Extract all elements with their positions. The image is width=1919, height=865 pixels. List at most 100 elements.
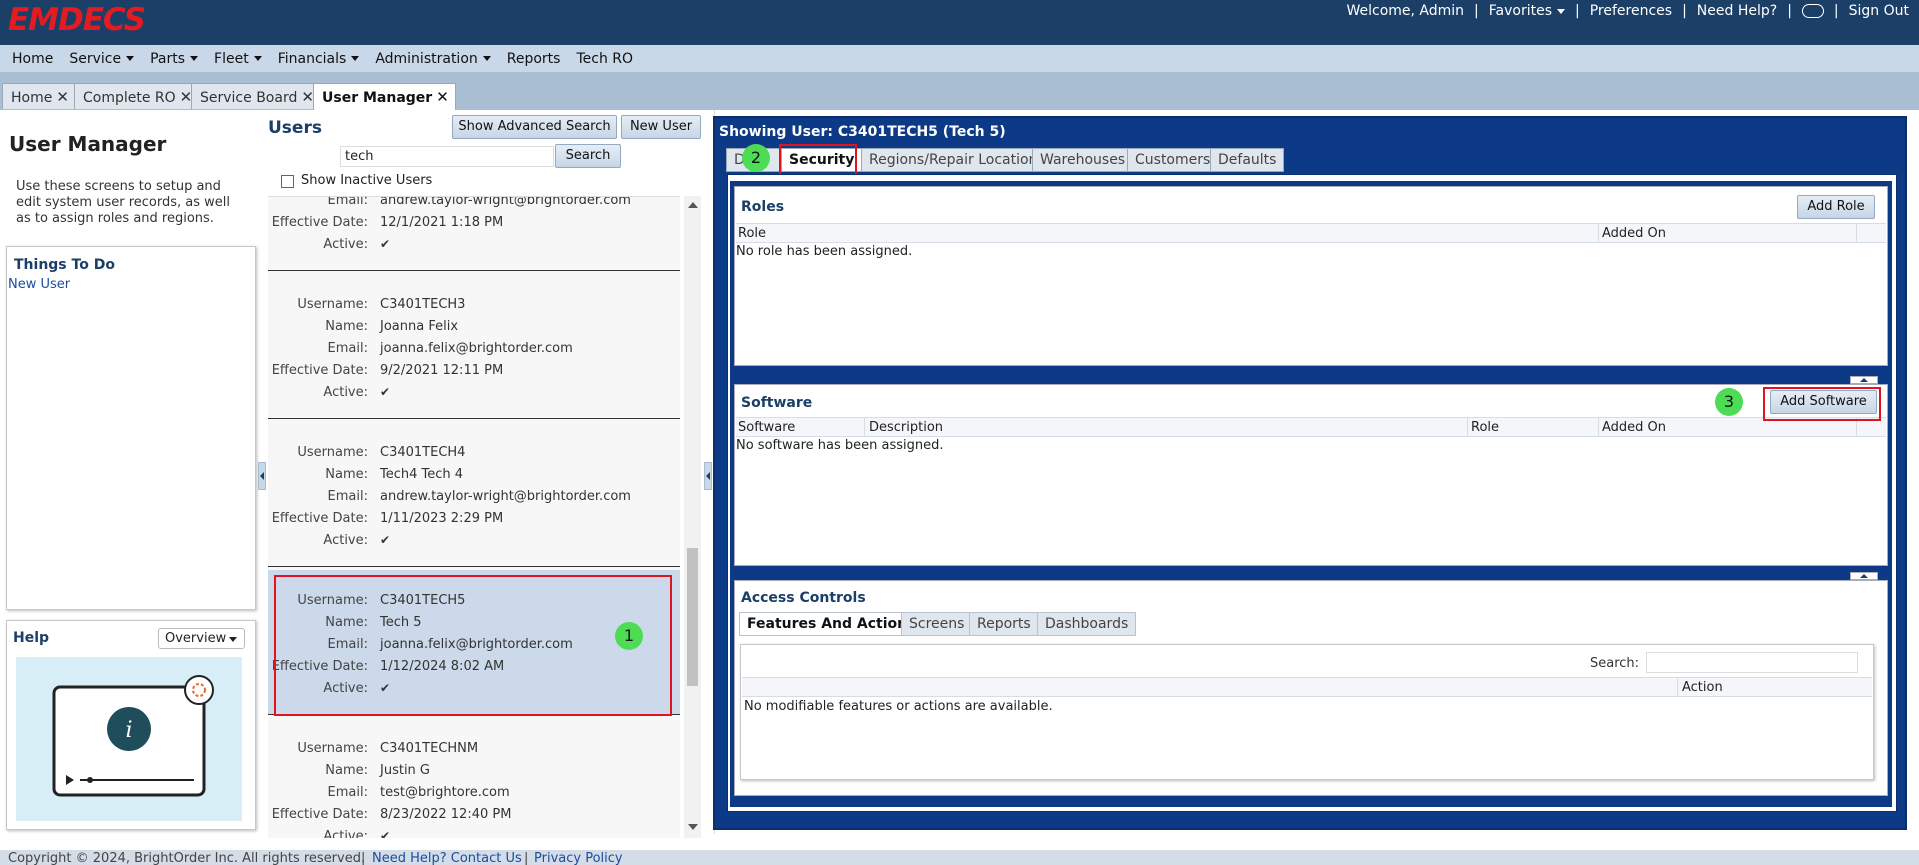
- show-inactive-checkbox[interactable]: [281, 175, 294, 188]
- search-label: Search:: [1590, 656, 1640, 671]
- list-item[interactable]: Username: C3401TECH4 Name: Tech4 Tech 4 Em…: [268, 422, 680, 567]
- things-to-do-title: Things To Do: [14, 257, 115, 273]
- software-collapse-handle[interactable]: [1850, 572, 1878, 580]
- tab-warehouses[interactable]: Warehouses: [1032, 148, 1134, 172]
- features-empty-message: No modifiable features or actions are av…: [744, 699, 1053, 714]
- roles-title: Roles: [741, 199, 785, 215]
- chevron-down-icon: [229, 637, 237, 642]
- scroll-down-icon[interactable]: [688, 824, 698, 830]
- favorites-menu[interactable]: Favorites: [1489, 3, 1566, 19]
- software-section: Software Add Software Software Descripti…: [734, 384, 1888, 566]
- list-item[interactable]: Email: andrew.taylor-wright@brightorder.c…: [268, 197, 680, 271]
- collapse-up-icon: [1860, 378, 1868, 382]
- active-check-icon: ✔: [380, 533, 391, 547]
- col-description[interactable]: Description: [869, 420, 943, 435]
- doc-tab-service-board[interactable]: Service Board ✕: [191, 83, 321, 109]
- col-role[interactable]: Role: [1471, 420, 1499, 435]
- welcome-text: Welcome, Admin: [1346, 3, 1465, 19]
- top-links: Welcome, Admin | Favorites | Preferences…: [1346, 3, 1909, 19]
- col-action[interactable]: Action: [1682, 680, 1723, 695]
- new-user-link[interactable]: New User: [8, 277, 70, 292]
- menu-reports[interactable]: Reports: [499, 51, 569, 67]
- menu-home[interactable]: Home: [4, 51, 61, 67]
- roles-collapse-handle[interactable]: [1850, 376, 1878, 384]
- menu-financials[interactable]: Financials: [270, 51, 368, 67]
- chevron-down-icon: [1557, 8, 1566, 14]
- things-to-do-box: Things To Do New User: [6, 246, 256, 610]
- close-icon[interactable]: ✕: [436, 88, 449, 106]
- copyright-text: Copyright © 2024, BrightOrder Inc. All r…: [8, 851, 366, 865]
- tab-features-and-actions[interactable]: Features And Actions: [739, 612, 924, 636]
- roles-grid-header: Role Added On: [736, 223, 1886, 243]
- help-topic-select[interactable]: Overview: [158, 628, 245, 649]
- emdecs-logo[interactable]: EMDECS: [8, 2, 146, 38]
- menu-tech-ro[interactable]: Tech RO: [568, 51, 641, 67]
- collapse-up-icon: [1860, 574, 1868, 578]
- scroll-up-icon[interactable]: [688, 202, 698, 208]
- doc-tab-home[interactable]: Home ✕: [2, 83, 76, 109]
- user-list-scrollbar[interactable]: [684, 196, 701, 838]
- menu-parts[interactable]: Parts: [142, 51, 206, 67]
- col-added-on[interactable]: Added On: [1602, 420, 1666, 435]
- list-panel-collapse-handle[interactable]: [704, 462, 712, 490]
- menu-fleet[interactable]: Fleet: [206, 51, 270, 67]
- tab-dashboards[interactable]: Dashboards: [1037, 612, 1137, 636]
- show-advanced-search-button[interactable]: Show Advanced Search: [452, 115, 617, 139]
- page-description: Use these screens to setup and edit syst…: [16, 179, 230, 226]
- active-check-icon: ✔: [380, 237, 391, 251]
- col-software[interactable]: Software: [738, 420, 795, 435]
- collapse-left-icon: [706, 472, 710, 480]
- chat-icon[interactable]: [1801, 4, 1824, 18]
- tab-regions-repair-locations[interactable]: Regions/Repair Locations: [861, 148, 1053, 172]
- add-role-button[interactable]: Add Role: [1797, 195, 1875, 219]
- users-heading: Users: [268, 118, 322, 138]
- video-player-icon: i: [52, 675, 214, 797]
- tab-screens[interactable]: Screens: [901, 612, 973, 636]
- left-panel-collapse-handle[interactable]: [258, 462, 266, 490]
- col-role[interactable]: Role: [738, 226, 766, 241]
- chevron-down-icon: [482, 56, 491, 61]
- step-badge-2: 2: [742, 144, 770, 172]
- step-badge-1: 1: [615, 622, 643, 650]
- collapse-left-icon: [260, 472, 264, 480]
- close-icon[interactable]: ✕: [56, 88, 69, 106]
- access-controls-title: Access Controls: [741, 590, 866, 606]
- help-box: Help Overview i: [6, 620, 256, 830]
- software-grid-header: Software Description Role Added On: [736, 417, 1886, 437]
- tab-defaults[interactable]: Defaults: [1210, 148, 1285, 172]
- features-search-input[interactable]: [1646, 652, 1858, 673]
- scroll-thumb[interactable]: [687, 548, 698, 686]
- roles-empty-message: No role has been assigned.: [736, 244, 913, 259]
- highlight-add-software: [1763, 387, 1881, 421]
- left-panel: User Manager Use these screens to setup …: [0, 110, 265, 852]
- list-item[interactable]: Username: C3401TECHNM Name: Justin G Email…: [268, 718, 680, 838]
- roles-section: Roles Add Role Role Added On No role has…: [734, 186, 1888, 366]
- active-check-icon: ✔: [380, 385, 391, 399]
- tab-customers[interactable]: Customers: [1127, 148, 1219, 172]
- privacy-policy-link[interactable]: Privacy Policy: [534, 851, 623, 865]
- page-footer: Copyright © 2024, BrightOrder Inc. All r…: [0, 850, 1919, 865]
- chevron-down-icon: [351, 56, 360, 61]
- need-help-link[interactable]: Need Help?: [1697, 3, 1777, 19]
- doc-tab-user-manager[interactable]: User Manager ✕: [313, 83, 456, 110]
- chevron-down-icon: [190, 56, 199, 61]
- search-button[interactable]: Search: [555, 144, 621, 168]
- menu-service[interactable]: Service: [61, 51, 142, 67]
- doc-tab-complete-ro[interactable]: Complete RO ✕: [74, 83, 200, 109]
- chevron-down-icon: [126, 56, 135, 61]
- user-search-input[interactable]: tech: [340, 146, 554, 167]
- contact-us-link[interactable]: Need Help? Contact Us: [372, 851, 522, 865]
- tab-reports[interactable]: Reports: [969, 612, 1039, 636]
- new-user-button[interactable]: New User: [621, 115, 701, 139]
- active-check-icon: ✔: [380, 829, 391, 838]
- page-title: User Manager: [9, 132, 167, 156]
- chevron-down-icon: [253, 56, 262, 61]
- help-title: Help: [13, 630, 50, 646]
- col-added-on[interactable]: Added On: [1602, 226, 1666, 241]
- sign-out-link[interactable]: Sign Out: [1849, 3, 1909, 19]
- preferences-link[interactable]: Preferences: [1590, 3, 1672, 19]
- top-header: EMDECS Welcome, Admin | Favorites | Pref…: [0, 0, 1919, 45]
- list-item[interactable]: Username: C3401TECH3 Name: Joanna Felix Em…: [268, 274, 680, 419]
- menu-administration[interactable]: Administration: [367, 51, 498, 67]
- help-video-thumbnail[interactable]: i: [16, 657, 242, 821]
